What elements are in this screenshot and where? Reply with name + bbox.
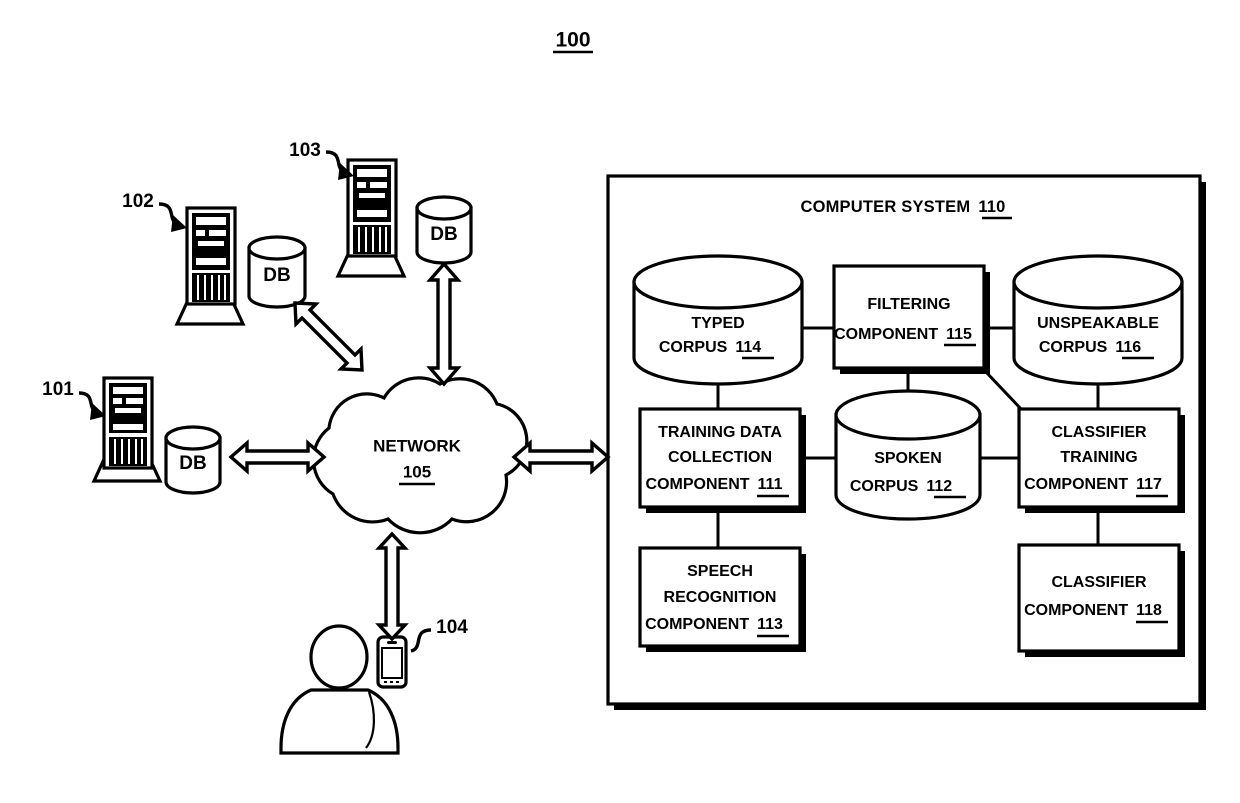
- ref-101-text: 101: [42, 379, 74, 400]
- classifier-component-border: [1017, 543, 1181, 653]
- unspeakable-corpus-line2: CORPUS 116: [1039, 339, 1141, 356]
- ref-102-text: 102: [122, 191, 154, 212]
- speech-recognition-line2: RECOGNITION: [664, 589, 777, 606]
- server-103-slot-d: [359, 193, 385, 198]
- server-102-slot-d: [198, 241, 224, 246]
- server-101-slot-a: [113, 387, 143, 394]
- network-label: NETWORK: [373, 436, 462, 455]
- spoken-corpus-line2: CORPUS 112: [850, 478, 952, 495]
- server-103-slot-a: [357, 169, 387, 177]
- classifier-training-line3: COMPONENT 117: [1024, 476, 1162, 493]
- arrow-client102-network: [293, 301, 364, 372]
- arrow-network-mobile-user: [375, 531, 409, 642]
- classifier-component-box: CLASSIFIER COMPONENT 118: [1017, 543, 1185, 657]
- mobile-phone-screen: [381, 647, 403, 679]
- arrow-client101-network: [228, 439, 327, 475]
- mobile-user: 104: [279, 617, 468, 755]
- spoken-corpus-cylinder: SPOKEN CORPUS 112: [834, 389, 982, 521]
- db-103-top: [415, 195, 473, 221]
- server-101-slot-b: [113, 398, 122, 404]
- db-102-label: DB: [263, 265, 290, 286]
- server-102-slot-b: [196, 230, 205, 236]
- spoken-corpus-line1: SPOKEN: [874, 450, 942, 467]
- server-102-slot-c: [209, 230, 226, 236]
- network-cloud: NETWORK 105: [311, 376, 529, 535]
- typed-corpus-label-line1: TYPED: [691, 315, 744, 332]
- unspeakable-corpus-cylinder: UNSPEAKABLE CORPUS 116: [1012, 254, 1184, 386]
- client-103: DB 103: [289, 140, 473, 278]
- unspeakable-corpus-line1: UNSPEAKABLE: [1037, 315, 1159, 332]
- server-102-slot-a: [196, 217, 226, 225]
- db-103-label: DB: [430, 224, 457, 245]
- classifier-training-box: CLASSIFIER TRAINING COMPONENT 117: [1017, 407, 1185, 513]
- network-ref: 105: [403, 462, 431, 481]
- client-101: DB 101: [42, 376, 222, 495]
- ref-104-leader: [410, 628, 432, 653]
- training-data-line3: COMPONENT 111: [646, 476, 783, 493]
- classifier-component-line2: COMPONENT 118: [1024, 602, 1162, 619]
- classifier-training-line2: TRAINING: [1060, 449, 1137, 466]
- server-102-slot-e: [196, 258, 226, 265]
- server-101-slot-c: [126, 398, 143, 404]
- ref-103-text: 103: [289, 140, 321, 161]
- db-101-top: [164, 425, 222, 451]
- training-data-line2: COLLECTION: [668, 449, 772, 466]
- filtering-component-line1: FILTERING: [867, 296, 950, 313]
- server-103-slot-c: [370, 182, 387, 188]
- filtering-component-border: [832, 264, 986, 370]
- client-102: DB 102: [122, 191, 307, 326]
- ref-102-arrowhead: [171, 215, 187, 232]
- typed-corpus-cylinder: TYPED CORPUS 114: [632, 254, 804, 386]
- arrow-network-computer-system: [511, 439, 611, 475]
- typed-corpus-label-line2: CORPUS 114: [659, 339, 761, 356]
- figure-number: 100: [553, 29, 593, 54]
- server-103-slot-e: [357, 210, 387, 217]
- user-head: [309, 624, 369, 690]
- unspeakable-corpus-top: [1012, 254, 1184, 310]
- filtering-component-line2: COMPONENT 115: [834, 326, 972, 343]
- server-101-slot-e: [113, 424, 143, 430]
- user-body: [279, 688, 400, 755]
- arrow-client103-network: [426, 261, 462, 387]
- figure-canvas: 100 COMPUTER SYSTEM 110 TYPED CORPUS 114…: [0, 0, 1240, 803]
- db-101-label: DB: [179, 453, 206, 474]
- typed-corpus-top: [632, 254, 804, 310]
- patent-diagram-svg: 100 COMPUTER SYSTEM 110 TYPED CORPUS 114…: [42, 29, 1206, 755]
- speech-recognition-line1: SPEECH: [687, 563, 753, 580]
- spoken-corpus-top: [834, 389, 982, 441]
- training-data-line1: TRAINING DATA: [658, 424, 782, 441]
- db-102-top: [247, 235, 307, 261]
- server-101-slot-d: [115, 408, 141, 413]
- speech-recognition-box: SPEECH RECOGNITION COMPONENT 113: [638, 546, 806, 652]
- classifier-component-line1: CLASSIFIER: [1051, 574, 1147, 591]
- training-data-collection-box: TRAINING DATA COLLECTION COMPONENT 111: [638, 407, 806, 513]
- server-103-slot-b: [357, 182, 366, 188]
- classifier-training-line1: CLASSIFIER: [1051, 424, 1147, 441]
- figure-number-text: 100: [555, 29, 590, 52]
- ref-104-text: 104: [436, 617, 468, 638]
- filtering-component-box: FILTERING COMPONENT 115: [832, 264, 990, 374]
- speech-recognition-line3: COMPONENT 113: [645, 616, 783, 633]
